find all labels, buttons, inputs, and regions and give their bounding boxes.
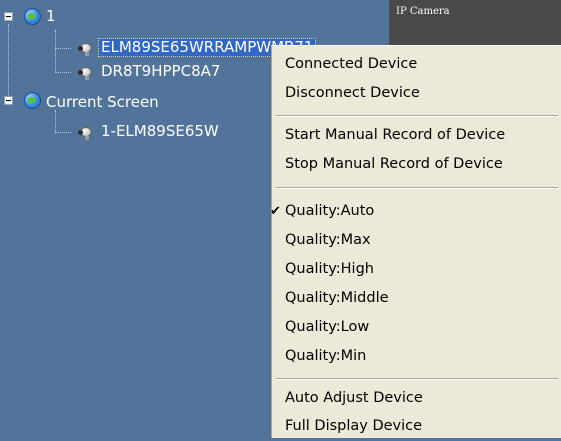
context-menu: Connected Device Disconnect Device Start… bbox=[270, 45, 561, 441]
menu-item-label: Connected Device bbox=[285, 56, 418, 72]
menu-item-label: Full Display Device bbox=[285, 418, 423, 434]
menu-item-stop-manual-record[interactable]: Stop Manual Record of Device bbox=[272, 150, 561, 179]
camera-icon bbox=[78, 40, 94, 56]
tree-node-device[interactable]: DR8T9HPPC8A7 bbox=[101, 63, 220, 80]
tree-node-screen-device[interactable]: 1-ELM89SE65W bbox=[101, 123, 219, 140]
menu-item-label: Quality:Min bbox=[285, 348, 367, 364]
collapse-toggle-group-1[interactable] bbox=[4, 12, 13, 21]
menu-item-label: Start Manual Record of Device bbox=[285, 127, 506, 143]
menu-item-label: Stop Manual Record of Device bbox=[285, 156, 503, 172]
menu-separator bbox=[276, 115, 558, 117]
tree-connector bbox=[55, 30, 56, 72]
menu-item-quality-max[interactable]: Quality:Max bbox=[272, 226, 561, 255]
menu-item-label: Quality:Max bbox=[285, 232, 371, 248]
tree-connector bbox=[55, 72, 71, 73]
camera-icon bbox=[78, 64, 94, 80]
menu-item-label: Quality:High bbox=[285, 261, 374, 277]
menu-item-quality-auto[interactable]: ✔ Quality:Auto bbox=[270, 197, 561, 226]
camera-icon bbox=[78, 124, 94, 140]
menu-item-auto-adjust-device[interactable]: Auto Adjust Device bbox=[272, 384, 561, 413]
menu-item-quality-middle[interactable]: Quality:Middle bbox=[272, 284, 561, 313]
tree-connector bbox=[55, 110, 56, 132]
menu-separator bbox=[276, 378, 558, 380]
menu-item-disconnect-device[interactable]: Disconnect Device bbox=[272, 79, 561, 108]
tree-connector bbox=[55, 48, 71, 49]
menu-item-label: Disconnect Device bbox=[285, 85, 420, 101]
tree-connector bbox=[55, 132, 71, 133]
menu-separator bbox=[276, 187, 558, 189]
menu-item-full-display-device[interactable]: Full Display Device bbox=[272, 412, 561, 441]
menu-item-quality-min[interactable]: Quality:Min bbox=[272, 342, 561, 371]
menu-item-label: Quality:Low bbox=[285, 319, 370, 335]
menu-item-connect-device[interactable]: Connected Device bbox=[272, 50, 561, 79]
menu-item-label: Auto Adjust Device bbox=[285, 390, 423, 406]
tree-connector bbox=[8, 24, 9, 96]
globe-icon bbox=[24, 92, 41, 109]
globe-icon bbox=[24, 8, 41, 25]
collapse-toggle-current-screen[interactable] bbox=[4, 96, 13, 105]
checkmark-icon: ✔ bbox=[270, 204, 281, 219]
tree-node-group-1[interactable]: 1 bbox=[46, 8, 56, 25]
menu-item-start-manual-record[interactable]: Start Manual Record of Device bbox=[272, 121, 561, 150]
tree-node-current-screen[interactable]: Current Screen bbox=[46, 94, 159, 111]
menu-item-quality-high[interactable]: Quality:High bbox=[272, 255, 561, 284]
camera-preview-label: IP Camera bbox=[396, 6, 450, 17]
menu-item-label: Quality:Auto bbox=[285, 203, 375, 219]
menu-item-label: Quality:Middle bbox=[285, 290, 389, 306]
menu-item-quality-low[interactable]: Quality:Low bbox=[272, 313, 561, 342]
